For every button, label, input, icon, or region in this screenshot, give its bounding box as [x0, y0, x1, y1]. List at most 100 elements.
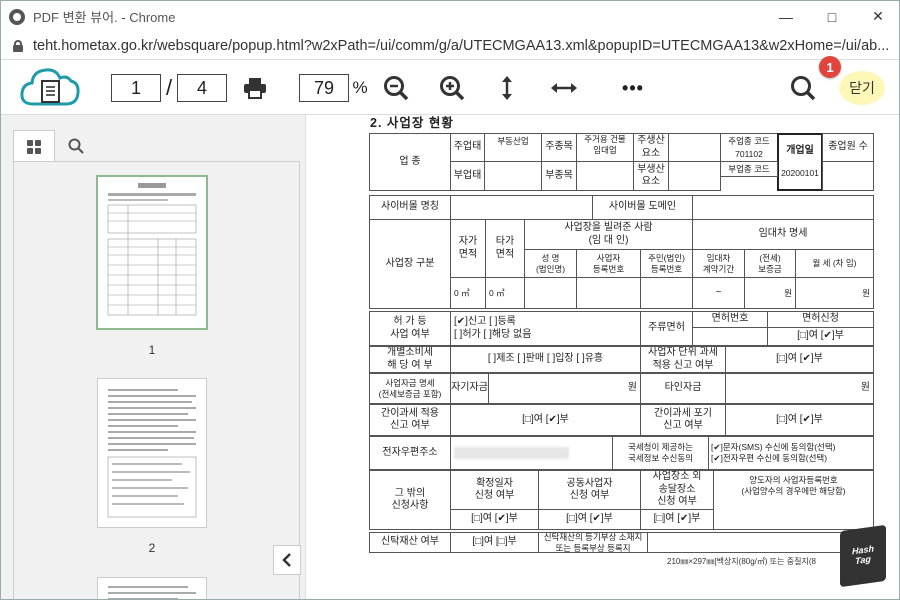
label-monthly-rent: 월 세 (차 임)	[795, 249, 874, 278]
value-nts-info: [✔]문자(SMS) 수신에 동의함(선택) [✔]전자우편 수신에 동의함(선…	[708, 436, 874, 470]
label-lessor-regno: 사업자 등록번호	[576, 249, 641, 278]
value-permit: [✔]신고 [ ]등록 [ ]허가 [ ]해당 없음	[450, 311, 641, 346]
page-number-2: 2	[148, 541, 156, 555]
open-date-box: 개업일 20200101	[777, 133, 823, 191]
value-trust: [□]여 [□]부	[450, 532, 539, 553]
label-license-apply: 면허신청	[767, 311, 874, 328]
zoom-in-icon[interactable]	[437, 73, 467, 103]
value-lessor-regno	[576, 277, 641, 309]
printer-icon[interactable]	[241, 74, 269, 102]
label-own-area: 자가 면적	[450, 219, 486, 278]
page-thumbnail-2[interactable]	[97, 378, 207, 528]
watermark-logo: Hash Tag	[840, 524, 886, 588]
page-number-1: 1	[148, 343, 156, 357]
label-main-code: 주업종 코드	[720, 133, 778, 148]
label-sub-code: 부업종 코드	[720, 161, 778, 177]
value-own-area: 0 ㎡	[450, 277, 486, 309]
label-email: 전자우편주소	[369, 436, 451, 470]
value-main-business: 부동산업	[484, 133, 542, 162]
label-others: 그 밖의 신청사항	[369, 470, 451, 530]
value-joint: [□]여 [✔]부	[538, 509, 641, 530]
value-delivery: [□]여 [✔]부	[640, 509, 714, 530]
label-permit: 허 가 등 사업 여부	[369, 311, 451, 346]
window-title: PDF 변환 뷰어. - Chrome	[33, 10, 176, 25]
empty-cyber-name	[450, 195, 593, 220]
label-lease: 임대차 명세	[692, 219, 874, 250]
label-main-business: 주업태	[450, 133, 485, 162]
value-open-date: 20200101	[781, 167, 819, 178]
value-simple-tax-quit: [□]여 [✔]부	[725, 404, 874, 436]
search-icon[interactable]	[788, 73, 818, 103]
label-trust-location: 신탁재산의 등기부상 소재지 또는 등록부상 등록지	[538, 532, 648, 553]
label-lease-period: 임대차 계약기간	[692, 249, 745, 278]
value-main-item: 주거용 건물 임대업	[576, 133, 634, 162]
label-cyber-domain: 사이버몰 도메인	[592, 195, 693, 220]
page-thumbnail-1[interactable]	[96, 175, 208, 330]
tab-search[interactable]	[55, 130, 97, 162]
total-pages: 4	[177, 74, 227, 102]
label-place-type: 사업장 구분	[369, 219, 451, 309]
label-lessor-name: 성 명 (법인명)	[524, 249, 577, 278]
label-excise: 개별소비세 해 당 여 부	[369, 346, 451, 373]
email-redacted	[454, 447, 569, 459]
minimize-button[interactable]: —	[763, 1, 809, 32]
address-bar: teht.hometax.go.kr/websquare/popup.html?…	[1, 32, 899, 60]
current-page-input[interactable]: 1	[111, 74, 161, 102]
chevron-left-icon	[282, 553, 291, 567]
value-lease-period: ~	[692, 277, 745, 309]
label-unit-taxation: 사업자 단위 과세 적용 신고 여부	[640, 346, 726, 373]
page-thumbnail-3[interactable]	[97, 577, 207, 599]
value-deposit: 원	[744, 277, 796, 309]
label-open-date: 개업일	[786, 145, 814, 157]
value-email-cell	[450, 436, 613, 470]
label-confirm-date: 확정일자 신청 여부	[450, 470, 539, 510]
fit-height-icon[interactable]	[496, 73, 518, 103]
empty-sub-factor	[668, 161, 721, 191]
lock-icon	[13, 39, 23, 52]
maximize-button[interactable]: □	[809, 1, 855, 32]
thumbnail-panel: 1 2	[1, 115, 306, 599]
grid-icon	[27, 139, 41, 154]
empty-sub-business	[484, 161, 542, 191]
chrome-icon	[9, 8, 25, 25]
value-other-fund: 원	[725, 373, 874, 404]
collapse-panel-button[interactable]	[273, 545, 301, 575]
label-fund: 사업자금 명세 (전세보증금 포함)	[369, 373, 451, 404]
value-main-code: 701102	[720, 147, 778, 162]
fit-width-icon[interactable]	[548, 73, 580, 103]
value-unit-taxation: [□]여 [✔]부	[725, 346, 874, 373]
label-cyber-name: 사이버몰 명칭	[369, 195, 451, 220]
tab-thumbnails[interactable]	[13, 130, 55, 162]
value-confirm-date: [□]여 [✔]부	[450, 509, 539, 530]
close-window-button[interactable]: ✕	[855, 1, 899, 32]
page-separator: /	[165, 75, 173, 100]
zoom-out-icon[interactable]	[381, 73, 411, 103]
close-viewer-button[interactable]: 닫기	[839, 71, 885, 105]
zoom-unit: %	[352, 78, 368, 97]
value-lessor-resno	[640, 277, 693, 309]
step-badge: 1	[819, 56, 841, 78]
value-own-fund: 원	[488, 373, 641, 404]
viewer-toolbar: 1 / 4 79 % •••	[1, 60, 899, 115]
label-simple-tax-quit: 간이과세 포기 신고 여부	[640, 404, 726, 436]
value-license-apply: [□]여 [✔]부	[767, 327, 874, 346]
label-sub-factor: 부생산 요소	[633, 161, 669, 191]
value-monthly-rent: 원	[795, 277, 874, 309]
label-delivery: 사업장소 외 송달장소 신청 여부	[640, 470, 714, 510]
empty-sub-item	[576, 161, 634, 191]
label-main-item: 주종목	[541, 133, 577, 162]
label-liquor: 주류면허	[640, 311, 693, 346]
more-icon[interactable]: •••	[618, 73, 648, 103]
value-simple-tax: [□]여 [✔]부	[450, 404, 641, 436]
title-bar: PDF 변환 뷰어. - Chrome — □ ✕	[1, 1, 899, 32]
zoom-input[interactable]: 79	[299, 74, 349, 102]
watermark-text: Hash Tag	[851, 543, 874, 567]
empty-main-factor	[668, 133, 721, 162]
url-text[interactable]: teht.hometax.go.kr/websquare/popup.html?…	[33, 38, 893, 54]
label-simple-tax: 간이과세 적용 신고 여부	[369, 404, 451, 436]
label-lessor-resno: 주민(법인) 등록번호	[640, 249, 693, 278]
label-lender: 사업장을 빌려준 사람 (임 대 인)	[524, 219, 693, 250]
label-nts-info: 국세청이 제공하는 국세정보 수신동의	[612, 436, 709, 470]
label-deposit: (전세) 보증금	[744, 249, 796, 278]
label-sub-business: 부업태	[450, 161, 485, 191]
